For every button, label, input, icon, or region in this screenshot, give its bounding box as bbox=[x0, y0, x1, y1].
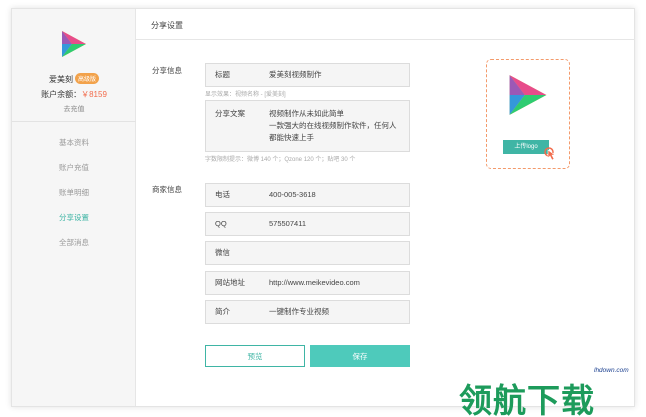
share-copy-line: 都能快速上手 bbox=[269, 133, 314, 142]
page-title: 分享设置 bbox=[136, 9, 635, 40]
phone-field[interactable]: 电话 400-005-3618 bbox=[205, 183, 410, 207]
share-copy-field[interactable]: 分享文案 视频制作从未如此简单 一款强大的在线视频制作软件，任何人 都能快速上手 bbox=[205, 100, 410, 152]
qq-field[interactable]: QQ 575507411 bbox=[205, 212, 410, 236]
share-logo-icon bbox=[509, 75, 547, 115]
share-section-label: 分享信息 bbox=[152, 66, 182, 75]
sidebar-item-recharge[interactable]: 账户充值 bbox=[12, 162, 136, 187]
logo-upload-area[interactable]: 上传logo bbox=[486, 59, 570, 169]
sidebar-nav: 基本资料 账户充值 账单明细 分享设置 全部消息 bbox=[12, 137, 136, 262]
phone-label: 电话 bbox=[215, 190, 230, 199]
share-copy-line: 视频制作从未如此简单 bbox=[269, 109, 344, 118]
qq-value: 575507411 bbox=[269, 219, 306, 228]
balance-value: ￥8159 bbox=[81, 90, 107, 99]
username-row: 爱美刻 高级版 bbox=[12, 73, 136, 85]
website-label: 网站地址 bbox=[215, 278, 245, 287]
intro-value: 一键制作专业视频 bbox=[269, 307, 329, 316]
save-button[interactable]: 保存 bbox=[310, 345, 410, 367]
copy-length-hint: 字数限制提示：微博 140 个；Qzone 120 个；贴吧 30 个 bbox=[205, 157, 356, 163]
intro-field[interactable]: 简介 一键制作专业视频 bbox=[205, 300, 410, 324]
preview-button[interactable]: 预览 bbox=[205, 345, 305, 367]
sidebar-divider bbox=[12, 121, 136, 122]
recharge-link[interactable]: 去充值 bbox=[12, 104, 136, 114]
hand-cursor-icon bbox=[544, 147, 556, 161]
app-logo-icon bbox=[62, 31, 86, 57]
username: 爱美刻 bbox=[48, 75, 73, 84]
website-field[interactable]: 网站地址 http://www.meikevideo.com bbox=[205, 271, 410, 295]
user-level-badge: 高级版 bbox=[74, 73, 99, 84]
wechat-field[interactable]: 微信 bbox=[205, 241, 410, 265]
balance-label: 账户余额： bbox=[41, 90, 82, 99]
balance-row: 账户余额：￥8159 bbox=[12, 89, 136, 100]
watermark-url: lhdown.com bbox=[594, 367, 629, 374]
intro-label: 简介 bbox=[215, 307, 230, 316]
sidebar-item-messages[interactable]: 全部消息 bbox=[12, 237, 136, 262]
qq-label: QQ bbox=[215, 219, 227, 228]
sidebar-item-billing[interactable]: 账单明细 bbox=[12, 187, 136, 212]
share-copy-text: 视频制作从未如此简单 一款强大的在线视频制作软件，任何人 都能快速上手 bbox=[269, 108, 397, 144]
sidebar: 爱美刻 高级版 账户余额：￥8159 去充值 基本资料 账户充值 账单明细 分享设… bbox=[12, 9, 136, 406]
merchant-section-label: 商家信息 bbox=[152, 185, 182, 194]
phone-value: 400-005-3618 bbox=[269, 190, 316, 199]
wechat-label: 微信 bbox=[215, 248, 230, 257]
share-copy-label: 分享文案 bbox=[215, 109, 245, 118]
title-field[interactable]: 标题 爱美刻视频制作 bbox=[205, 63, 410, 87]
watermark-text: 领航下载 bbox=[459, 382, 595, 417]
settings-window: 爱美刻 高级版 账户余额：￥8159 去充值 基本资料 账户充值 账单明细 分享设… bbox=[11, 8, 635, 407]
title-field-label: 标题 bbox=[215, 70, 230, 79]
share-copy-line: 一款强大的在线视频制作软件，任何人 bbox=[269, 121, 397, 130]
sidebar-item-share-settings[interactable]: 分享设置 bbox=[12, 212, 136, 237]
sidebar-item-profile[interactable]: 基本资料 bbox=[12, 137, 136, 162]
title-hint: 显示效果：视频名称 - [爱美刻] bbox=[205, 92, 286, 98]
title-field-value: 爱美刻视频制作 bbox=[269, 70, 322, 79]
website-value: http://www.meikevideo.com bbox=[269, 278, 360, 287]
